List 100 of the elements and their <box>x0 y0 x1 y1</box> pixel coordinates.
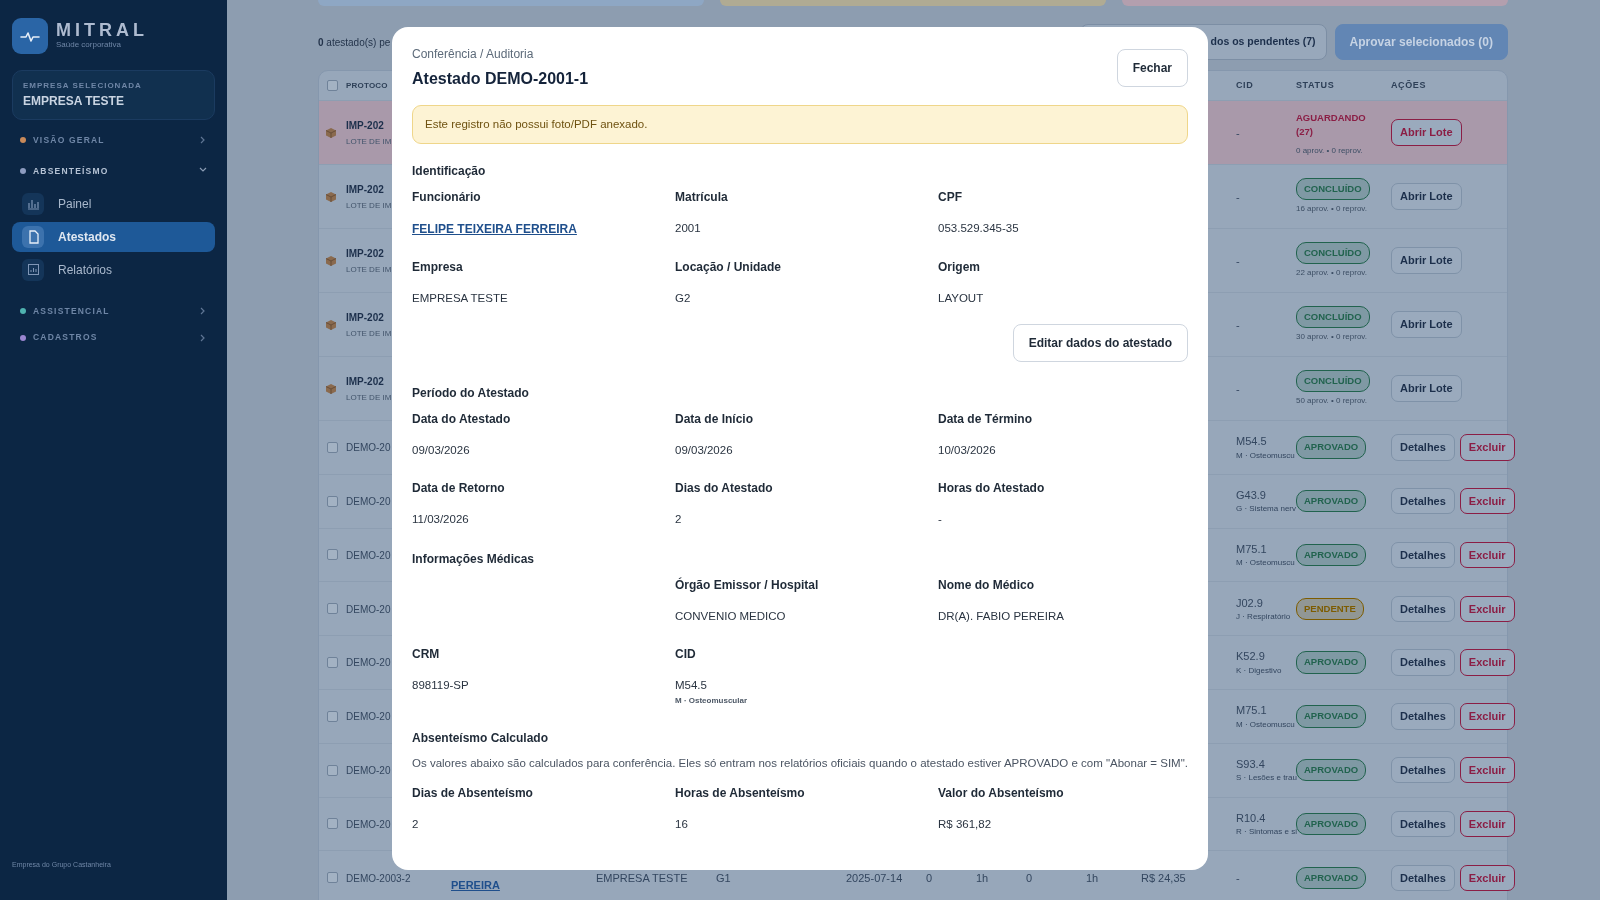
status-badge: CONCLUÍDO <box>1296 241 1370 265</box>
details-button[interactable]: Detalhes <box>1391 595 1455 623</box>
field-value: - <box>938 511 943 527</box>
details-button[interactable]: Detalhes <box>1391 434 1455 461</box>
status-badge: CONCLUÍDO <box>1296 305 1370 329</box>
company-label: EMPRESA SELECIONADA <box>23 80 143 92</box>
checkbox[interactable] <box>327 818 338 830</box>
field-label: Horas do Atestado <box>938 479 1046 497</box>
details-button[interactable]: Detalhes <box>1391 649 1455 676</box>
open-batch-button[interactable]: Abrir Lote <box>1391 375 1462 402</box>
cid-group: M · Osteomuscu <box>1236 557 1296 570</box>
delete-button[interactable]: Excluir <box>1459 434 1515 461</box>
cid-code: - <box>1236 871 1240 884</box>
protocol-text: DEMO-20 <box>346 442 391 455</box>
delete-button[interactable]: Excluir <box>1459 756 1515 784</box>
field-label: Empresa <box>412 259 464 277</box>
checkbox[interactable] <box>327 603 338 615</box>
checkbox[interactable] <box>327 441 338 453</box>
protocol-text: DEMO-20 <box>346 818 391 831</box>
status-badge: APROVADO <box>1296 759 1367 782</box>
delete-button[interactable]: Excluir <box>1459 595 1515 623</box>
checkbox[interactable] <box>327 710 338 722</box>
cid-group: R · Sintomas e si <box>1236 826 1296 839</box>
nav-section[interactable]: ABSENTEÍSMO <box>12 164 215 178</box>
details-button[interactable]: Detalhes <box>1391 864 1455 891</box>
details-button[interactable]: Detalhes <box>1391 487 1455 515</box>
close-button[interactable]: Fechar <box>1116 49 1188 87</box>
status-badge: APROVADO <box>1296 866 1367 889</box>
open-batch-button[interactable]: Abrir Lote <box>1391 183 1462 210</box>
protocol-text: DEMO-20 <box>346 765 391 777</box>
nav-item[interactable]: Painel <box>12 188 215 219</box>
checkbox[interactable] <box>327 872 338 884</box>
protocol-subtitle: LOTE DE IM <box>346 200 392 211</box>
employee-link[interactable]: FELIPE TEIXEIRA FERREIRA <box>412 222 577 237</box>
field-value: 053.529.345-35 <box>938 221 1020 237</box>
column-header: CID <box>1236 78 1255 92</box>
open-batch-button[interactable]: Abrir Lote <box>1391 311 1462 338</box>
box-icon <box>325 127 337 140</box>
chevron-right-icon <box>199 136 207 145</box>
field-label: Dias do Atestado <box>675 479 774 497</box>
protocol-text: DEMO-20 <box>346 549 391 562</box>
table-cell: G1 <box>716 871 731 884</box>
table-cell: R$ 24,35 <box>1141 871 1186 884</box>
status-text: AGUARDANDO (27) <box>1296 110 1366 139</box>
field-label: Locação / Unidade <box>675 259 783 277</box>
details-button[interactable]: Detalhes <box>1391 810 1455 838</box>
cid-group: K · Digestivo <box>1236 664 1296 677</box>
table-cell: 2025-07-14 <box>846 871 903 884</box>
delete-button[interactable]: Excluir <box>1459 649 1515 676</box>
delete-button[interactable]: Excluir <box>1459 810 1515 838</box>
field-value: M54.5 <box>675 678 708 694</box>
cid-code: - <box>1236 382 1240 395</box>
section-label: ABSENTEÍSMO <box>33 164 109 178</box>
checkbox[interactable] <box>327 657 338 669</box>
nav-section[interactable]: ASSISTENCIAL <box>12 304 215 318</box>
cid-group: S · Lesões e trau <box>1236 772 1296 785</box>
nav-item[interactable]: Relatórios <box>12 254 215 285</box>
cid-code: G43.9 <box>1236 487 1267 503</box>
company-selector[interactable]: EMPRESA SELECIONADA EMPRESA TESTE <box>12 70 215 120</box>
table-cell: 0 <box>926 871 933 884</box>
field-label: Horas de Absenteísmo <box>675 784 806 802</box>
delete-button[interactable]: Excluir <box>1459 703 1515 730</box>
batch-summary: 30 aprov. • 0 reprov. <box>1296 331 1368 344</box>
protocol-text: DEMO-2003-2 <box>346 872 411 885</box>
delete-button[interactable]: Excluir <box>1459 541 1515 569</box>
delete-button[interactable]: Excluir <box>1459 487 1515 515</box>
open-batch-button[interactable]: Abrir Lote <box>1391 247 1462 274</box>
field-value: LAYOUT <box>938 291 985 307</box>
details-button[interactable]: Detalhes <box>1391 756 1455 784</box>
cid-group: M · Osteomuscu <box>1236 449 1296 462</box>
delete-button[interactable]: Excluir <box>1459 864 1515 891</box>
cid-group: M · Osteomuscu <box>1236 718 1296 731</box>
protocol-subtitle: LOTE DE IM <box>346 136 392 147</box>
nav-section[interactable]: VISÃO GERAL <box>12 134 215 147</box>
checkbox[interactable] <box>327 495 338 507</box>
field-label: Funcionário <box>412 189 482 207</box>
protocol-text: IMP-202 <box>346 312 384 325</box>
field-label: Data de Retorno <box>412 479 506 497</box>
section-heading: Informações Médicas <box>412 551 536 568</box>
edit-button[interactable]: Editar dados do atestado <box>1012 323 1188 362</box>
breadcrumb-text: Conferência / Auditoria <box>412 46 535 63</box>
details-button[interactable]: Detalhes <box>1391 703 1455 730</box>
protocol-text: DEMO-20 <box>346 657 391 670</box>
nav-item[interactable]: Atestados <box>12 221 215 252</box>
chevron-right-icon <box>199 306 207 315</box>
checkbox[interactable] <box>327 764 338 776</box>
checkbox[interactable] <box>327 80 338 91</box>
protocol-text: IMP-202 <box>346 120 384 133</box>
nav-section[interactable]: CADASTROS <box>12 331 215 344</box>
warning-alert: Este registro não possui foto/PDF anexado. <box>412 105 1188 145</box>
cid-group: J · Respiratório <box>1236 611 1296 624</box>
employee-link[interactable]: PEREIRA <box>451 877 500 894</box>
field-label: Dias de Absenteísmo <box>412 784 534 802</box>
details-button[interactable]: Detalhes <box>1391 541 1455 569</box>
open-batch-button[interactable]: Abrir Lote <box>1391 119 1462 146</box>
brand-name: MITRAL <box>56 21 148 39</box>
field-value: G2 <box>675 291 692 307</box>
status-badge: APROVADO <box>1296 705 1367 728</box>
status-badge: APROVADO <box>1296 543 1367 567</box>
checkbox[interactable] <box>327 549 338 561</box>
